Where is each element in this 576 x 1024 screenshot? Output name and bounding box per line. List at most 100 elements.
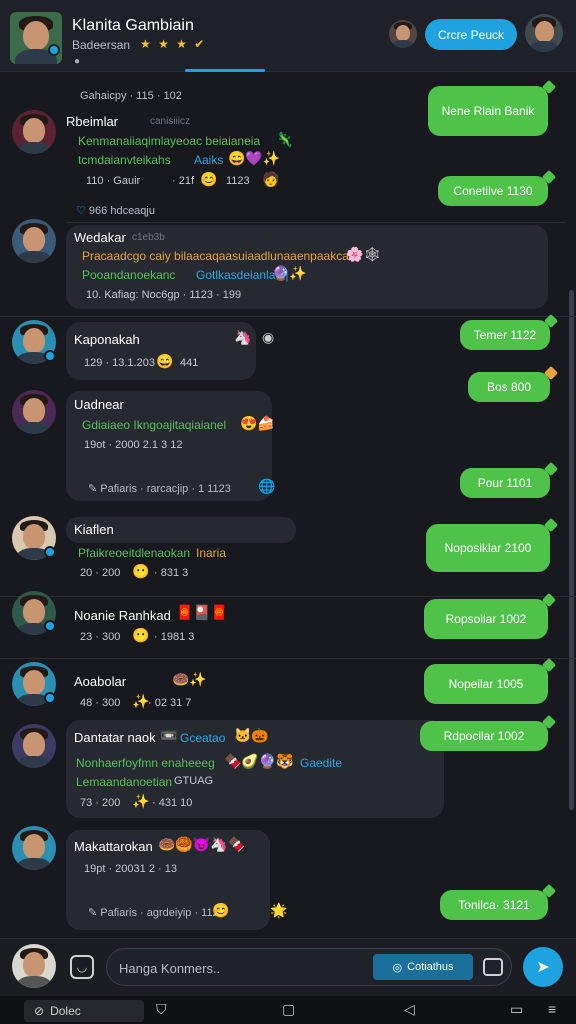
outgoing-text: Bos 800: [486, 380, 532, 394]
emoji-icon: 🦄: [234, 329, 252, 345]
chat-subtitle: Badeersan: [72, 38, 131, 52]
sender-name[interactable]: Wedakar: [74, 230, 126, 245]
back-icon[interactable]: ◁: [404, 1001, 415, 1018]
outgoing-text: Noposiklar 2100: [444, 541, 532, 555]
message-input[interactable]: [119, 958, 359, 978]
home-label: Dolec: [50, 1004, 81, 1018]
sender-name[interactable]: Aoabolar: [74, 674, 126, 689]
sender-name[interactable]: Makattarokan: [74, 839, 153, 854]
incoming-bubble[interactable]: [66, 322, 256, 380]
sender-tag: Gceatao: [180, 731, 226, 745]
message-top-meta: Gahaicpy · 115 · 102: [80, 90, 182, 102]
send-icon: ➤: [536, 959, 550, 976]
sender-avatar[interactable]: [12, 390, 56, 434]
sender-meta: c1eb3b: [132, 232, 165, 243]
sticker-icon[interactable]: ◡: [70, 955, 94, 979]
attachment-link[interactable]: ✎ Pafiaris · rarcacjip · 1 1123: [88, 482, 231, 495]
participant-avatar[interactable]: [389, 20, 417, 48]
emoji-icon: 😊: [212, 902, 230, 918]
outgoing-bubble[interactable]: Nene Rlain Banik: [428, 79, 557, 136]
attach-label: Cotiathus: [407, 961, 454, 973]
outgoing-bubble[interactable]: Temer 1122: [460, 313, 559, 350]
heart-icon: ♡: [76, 205, 89, 217]
emoji-icon: 🧧🎴🧧: [176, 604, 229, 620]
chat-app: Klanita Gambiain Badeersan ★ ★ ★ ✔ ● Crc…: [0, 0, 576, 1024]
chat-header: Klanita Gambiain Badeersan ★ ★ ★ ✔ ● Crc…: [0, 0, 576, 72]
attachment-link[interactable]: ✎ Pafiaris · agrdeiyip · 1123: [88, 906, 225, 919]
home-chip[interactable]: ⊘ Dolec: [24, 1000, 144, 1022]
verified-icon: [48, 44, 60, 56]
divider: [66, 222, 566, 223]
emoji-icon: 🌸🕸: [346, 246, 382, 262]
outgoing-text: Nopeilar 1005: [448, 677, 524, 691]
sender-name[interactable]: Noanie Ranhkad: [74, 608, 171, 623]
emoji-icon: 😄: [156, 353, 174, 369]
emoji-icon: 🌟: [270, 902, 288, 918]
contact-avatar[interactable]: [10, 12, 62, 64]
menu-icon[interactable]: ≡: [548, 1001, 556, 1017]
sender-avatar[interactable]: [12, 724, 56, 768]
status-dot: ●: [74, 56, 81, 67]
message-line: Pfaikreoeitdlenaokan: [78, 546, 191, 560]
profile-avatar[interactable]: [525, 14, 563, 52]
emoji-icon: ✨: [132, 793, 150, 809]
home-button-icon[interactable]: ▢: [282, 1001, 295, 1018]
message-meta: 48 · 300: [80, 697, 121, 709]
scrollbar[interactable]: [569, 290, 574, 810]
outgoing-text: Nene Rlain Banik: [441, 104, 535, 118]
message-line: Gaedite: [300, 756, 343, 770]
chat-title[interactable]: Klanita Gambiain: [72, 17, 194, 35]
sender-name[interactable]: Dantatar naok: [74, 730, 156, 745]
sender-avatar[interactable]: [12, 219, 56, 263]
outgoing-text: Temer 1122: [473, 328, 537, 342]
outgoing-bubble[interactable]: Conetiive 1130: [438, 169, 557, 206]
message-meta: 10. Kafiag: Noc6gp · 1123 · 199: [86, 289, 242, 301]
emoji-icon: 😶: [132, 627, 150, 643]
emoji-icon: 🧑: [262, 171, 280, 187]
outgoing-bubble[interactable]: Noposiklar 2100: [426, 517, 559, 572]
sender-name[interactable]: Uadnear: [74, 397, 124, 412]
emoji-icon: ✨: [132, 693, 150, 709]
verified-icon: [44, 350, 56, 362]
message-meta: · 02 31 7: [148, 697, 192, 709]
send-button[interactable]: ➤: [523, 947, 563, 987]
emoji-icon: 🦎: [276, 131, 294, 147]
clock-icon: ◉: [262, 329, 275, 345]
message-meta: 110 · Gauir: [86, 175, 141, 187]
outgoing-bubble[interactable]: Bos 800: [468, 365, 559, 402]
message-meta: 1123: [226, 175, 250, 187]
outgoing-text: Ropsoilar 1002: [445, 612, 527, 626]
shield-icon[interactable]: ⛉: [156, 1001, 167, 1018]
emoji-icon: 😊: [200, 171, 218, 187]
header-action-button[interactable]: Crcre Peuck: [425, 19, 517, 50]
emoji-icon: 😶: [132, 563, 150, 579]
outgoing-text: Conetiive 1130: [453, 184, 533, 198]
sender-name[interactable]: Rbeimlar: [66, 114, 118, 129]
verified-icon: [44, 620, 56, 632]
emoji-icon: 😍🍰: [240, 415, 275, 431]
outgoing-bubble[interactable]: Pour 1101: [460, 461, 559, 498]
sender-name[interactable]: Kiaflen: [74, 522, 114, 537]
message-meta: · 21f: [172, 175, 195, 187]
message-line: Aaiks: [194, 153, 224, 167]
home-icon: ⊘: [34, 1004, 45, 1018]
outgoing-bubble[interactable]: Ropsoilar 1002: [424, 592, 557, 639]
message-composer[interactable]: ◎ Cotiathus: [106, 948, 512, 986]
sender-name[interactable]: Kaponakah: [74, 332, 140, 347]
message-line: Pooandanoekanc: [82, 268, 176, 282]
outgoing-bubble[interactable]: Rdpocilar 1002: [420, 714, 557, 751]
message-line: Kenmanaiiaqimlayeoac beiaianeia: [78, 134, 261, 148]
my-avatar[interactable]: [12, 944, 56, 988]
emoji-icon: 🍫🥑🔮🐯: [224, 753, 294, 769]
attach-button[interactable]: ◎ Cotiathus: [373, 954, 473, 980]
sender-avatar[interactable]: [12, 110, 56, 154]
outgoing-bubble[interactable]: Tonilca· 3121: [440, 883, 557, 920]
message-line: Nonhaerfoyfmn enaheeeg: [76, 756, 215, 770]
message-meta: · 831 3: [154, 567, 189, 579]
recents-icon[interactable]: ▭: [510, 1001, 523, 1018]
outgoing-bubble[interactable]: Nopeilar 1005: [424, 657, 557, 704]
camera-icon[interactable]: [483, 958, 503, 976]
reaction-count[interactable]: ♡ 966 hdceaqju: [76, 204, 155, 217]
sender-avatar[interactable]: [12, 826, 56, 870]
message-meta: 20 · 200: [80, 567, 121, 579]
